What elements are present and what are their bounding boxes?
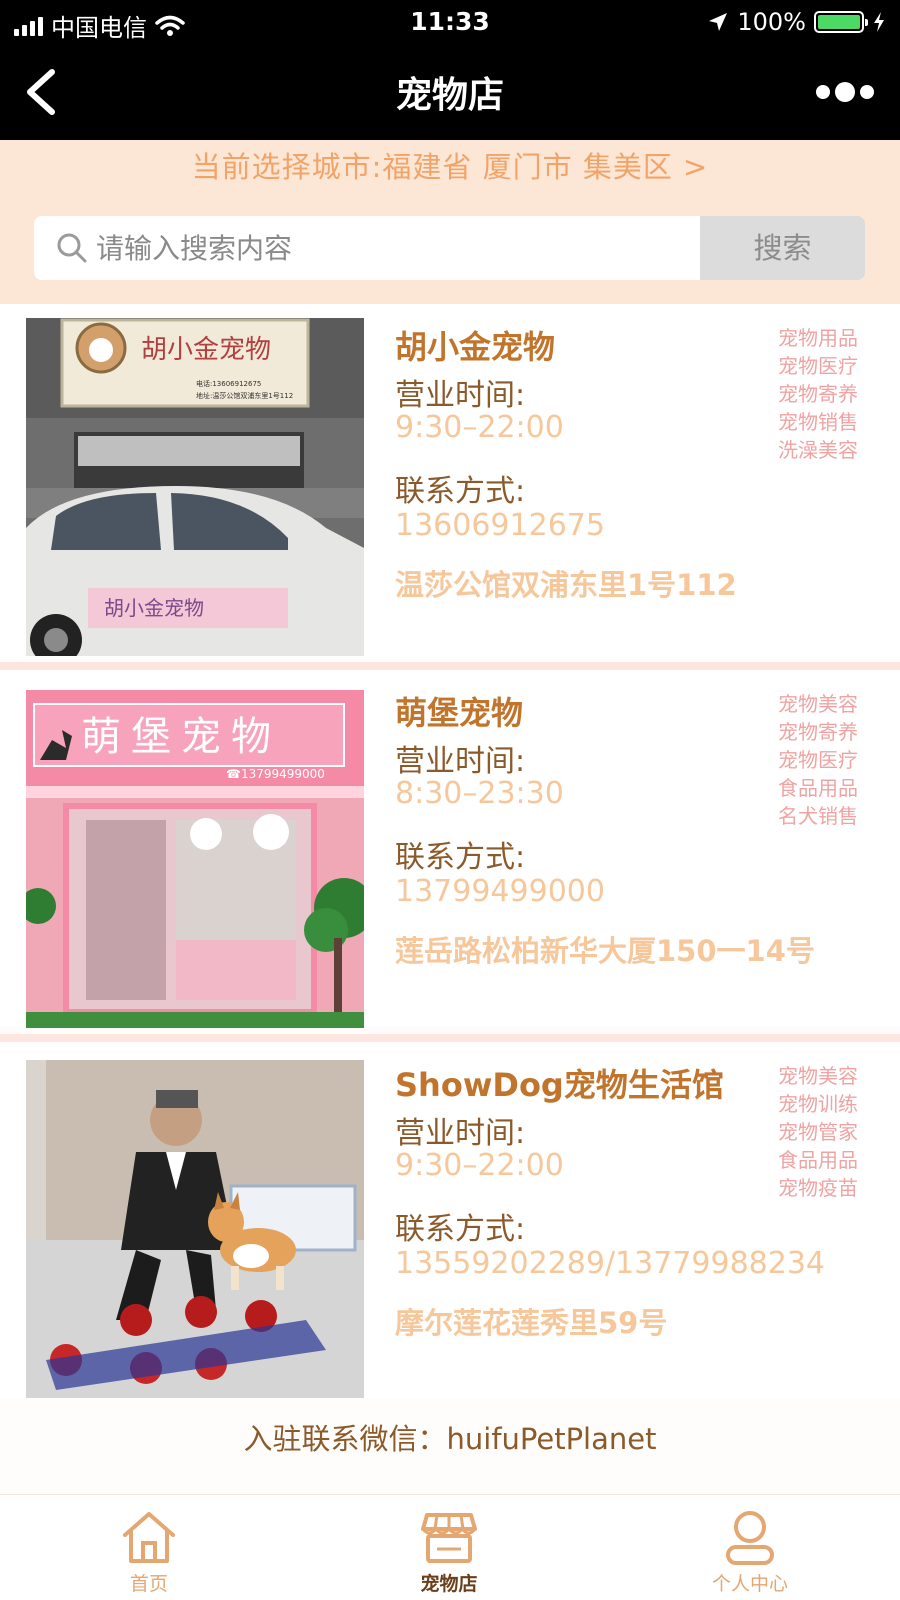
shop-icon [421,1513,477,1563]
service-tag: 宠物训练 [778,1092,858,1116]
location-arrow-icon [709,13,728,31]
shop-name: ShowDog宠物生活馆 [395,1066,724,1104]
shop-card[interactable]: 胡小金宠物 电话:13606912675 地址:温莎公馆双浦东里1号112 胡小… [0,304,900,660]
address: 莲岳路松柏新华大厦150一14号 [395,934,815,968]
tab-label: 个人中心 [711,1573,788,1595]
search-button[interactable]: 搜索 [700,216,865,280]
shop-photo: 萌堡宠物 ☎13799499000 [26,690,364,1028]
address: 摩尔莲花莲秀里59号 [395,1306,668,1340]
search-input[interactable] [96,216,686,280]
service-tag: 宠物寄养 [778,382,858,406]
shop-card[interactable]: ShowDog宠物生活馆 营业时间: 9:30–22:00 联系方式: 1355… [0,1042,900,1398]
service-tag: 宠物管家 [778,1120,858,1144]
hours-label: 营业时间: [395,1116,526,1151]
page-title: 宠物店 [395,75,504,116]
service-tags: 宠物用品 宠物医疗 宠物寄养 宠物销售 洗澡美容 [778,324,858,464]
service-tag: 宠物疫苗 [778,1176,858,1200]
more-dot [860,85,874,99]
tab-home[interactable]: 首页 [89,1509,209,1596]
service-tag: 宠物美容 [778,1064,858,1088]
shop-name: 萌堡宠物 [395,694,524,732]
city-selector-label: 当前选择城市:福建省 厦门市 集美区 > [191,150,709,184]
city-selector[interactable]: 当前选择城市:福建省 厦门市 集美区 > [0,140,900,194]
svg-text:电话:13606912675: 电话:13606912675 [196,379,261,388]
divider [0,662,900,670]
battery-icon [814,11,868,33]
divider [0,1034,900,1042]
shop-card[interactable]: 萌堡宠物 ☎13799499000 萌堡宠物 营业时间: 8:30–23:30 … [0,670,900,1028]
more-button[interactable] [816,82,874,102]
service-tag: 宠物用品 [778,326,858,350]
service-tags: 宠物美容 宠物寄养 宠物医疗 食品用品 名犬销售 [778,690,858,830]
svg-text:☎13799499000: ☎13799499000 [226,767,325,781]
hours-label: 营业时间: [395,744,526,779]
service-tag: 宠物寄养 [778,720,858,744]
battery-fill [818,15,860,29]
service-tag: 名犬销售 [778,804,858,828]
tab-profile[interactable]: 个人中心 [690,1509,810,1596]
search-bar: 搜索 [0,194,900,304]
shop-photo: 胡小金宠物 电话:13606912675 地址:温莎公馆双浦东里1号112 胡小… [26,318,364,656]
more-dot [835,82,855,102]
service-tag: 宠物医疗 [778,748,858,772]
contact-label: 联系方式: [395,1212,526,1247]
photo-sign-text: 萌堡宠物 [81,714,281,760]
service-tag: 洗澡美容 [778,438,858,462]
home-icon [123,1512,175,1563]
phone-value[interactable]: 13606912675 [395,508,605,543]
phone-value[interactable]: 13799499000 [395,874,605,909]
wechat-contact-note: 入驻联系微信：huifuPetPlanet [243,1422,657,1456]
status-right: 100% [707,8,886,36]
phone-value[interactable]: 13559202289/13779988234 [395,1246,825,1281]
hours-value: 9:30–22:00 [395,410,564,445]
shop-photo [26,1060,364,1398]
search-box [34,216,700,280]
tab-label: 首页 [129,1573,168,1595]
tab-shop[interactable]: 宠物店 [389,1509,509,1596]
photo-sign-text: 胡小金宠物 [141,335,271,365]
contact-label: 联系方式: [395,474,526,509]
search-icon [57,233,87,263]
svg-text:胡小金宠物: 胡小金宠物 [104,596,204,620]
battery-percent: 100% [737,8,806,36]
service-tag: 宠物医疗 [778,354,858,378]
user-icon [726,1511,774,1565]
shop-name: 胡小金宠物 [395,328,556,366]
hours-label: 营业时间: [395,378,526,413]
service-tags: 宠物美容 宠物训练 宠物管家 食品用品 宠物疫苗 [778,1062,858,1202]
address: 温莎公馆双浦东里1号112 [395,568,737,602]
tab-bar: 首页 宠物店 个人中心 [0,1494,900,1600]
contact-label: 联系方式: [395,840,526,875]
svg-text:地址:温莎公馆双浦东里1号112: 地址:温莎公馆双浦东里1号112 [196,391,293,400]
service-tag: 食品用品 [778,1148,858,1172]
service-tag: 宠物销售 [778,410,858,434]
hours-value: 8:30–23:30 [395,776,564,811]
nav-bar: 宠物店 [0,44,900,140]
tab-label: 宠物店 [420,1573,478,1595]
status-bar: 中国电信 11:33 100% [0,0,900,44]
more-dot [816,85,830,99]
service-tag: 宠物美容 [778,692,858,716]
hours-value: 9:30–22:00 [395,1148,564,1183]
charging-bolt-icon [874,12,884,32]
service-tag: 食品用品 [778,776,858,800]
